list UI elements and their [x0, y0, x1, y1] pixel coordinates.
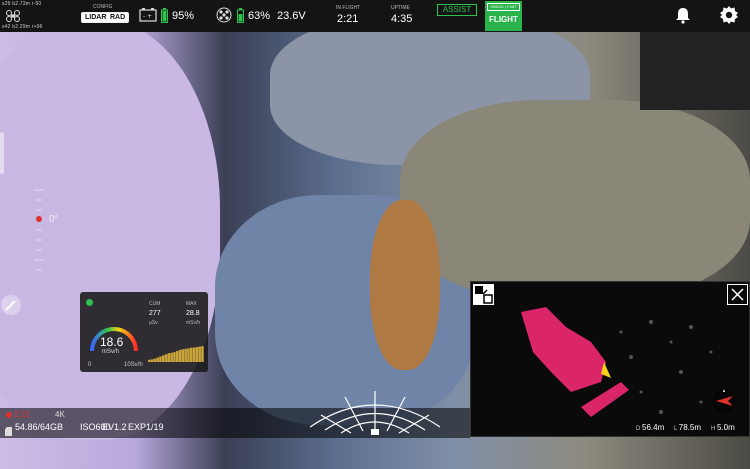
- lidar-height: H 5.0m: [711, 423, 735, 432]
- lidar-length: L 78.5m: [674, 423, 701, 432]
- rust-stain: [370, 200, 440, 370]
- obstacle-radar: [309, 391, 441, 435]
- battery-1-percent: 95%: [172, 10, 195, 22]
- battery-level-1-icon: [161, 8, 168, 28]
- dose-history-bar: [159, 356, 162, 362]
- in-flight-value: 2:21: [337, 13, 359, 25]
- ev-value: EV1.2: [102, 422, 127, 432]
- h-value: 5.0m: [717, 423, 735, 432]
- rotor-icon: [216, 7, 232, 28]
- dose-history-bar: [173, 352, 176, 362]
- config-header: CONFIG: [93, 4, 113, 10]
- l-value: 78.5m: [678, 423, 702, 432]
- dose-history-bar: [184, 348, 187, 362]
- max-value: 28.8: [186, 310, 200, 317]
- dose-history-bar: [201, 346, 204, 362]
- coord-line-1: s29 b2.73m r-50: [2, 1, 42, 7]
- radiation-dose-panel: 18.6 mSv/h 0 10Sv/h CUM 277 µSv MAX 28.8…: [80, 292, 208, 372]
- dose-history-chart: [148, 346, 204, 362]
- coord-line-2: s42 b2.29m r+96: [2, 24, 43, 30]
- dose-history-bar: [156, 357, 159, 362]
- north-compass-icon[interactable]: [711, 388, 737, 419]
- pipe-shadow: [640, 30, 750, 110]
- dose-history-bar: [195, 347, 199, 362]
- insulation-blob-right: [400, 100, 750, 300]
- dose-history-bar: [153, 358, 157, 362]
- dose-status-dot: [86, 299, 93, 306]
- dose-scale-min: 0: [88, 362, 92, 368]
- dose-history-bar: [167, 353, 171, 362]
- dose-rate-unit: mSv/h: [102, 349, 120, 355]
- svg-text:- +: - +: [143, 13, 152, 20]
- in-flight-header: IN FLIGHT: [336, 5, 361, 11]
- storage-usage: 54.86/64GB: [15, 422, 64, 432]
- dose-history-bar: [178, 349, 182, 362]
- max-header: MAX: [186, 301, 197, 307]
- point-cloud: [521, 307, 713, 417]
- gimbal-scale: [30, 185, 48, 280]
- record-dot: [6, 412, 12, 418]
- dose-history-bar: [192, 347, 196, 362]
- uptime-header: UPTIME: [391, 5, 410, 11]
- lidar-distance: D 56.4m: [636, 423, 664, 432]
- battery-2-voltage: 23.6V: [277, 10, 306, 22]
- dose-history-bar: [148, 359, 151, 362]
- rad-toggle[interactable]: RAD: [106, 12, 130, 23]
- gimbal-indicator-dot: [36, 216, 42, 222]
- exposure-value: EXP1/19: [128, 422, 164, 432]
- bell-icon[interactable]: [674, 6, 692, 29]
- dose-history-bar: [162, 355, 165, 362]
- cum-value: 277: [149, 310, 161, 317]
- d-value: 56.4m: [642, 423, 665, 432]
- battery-2-percent: 63%: [248, 10, 271, 22]
- dose-history-bar: [176, 351, 179, 362]
- gear-icon[interactable]: [719, 5, 739, 30]
- lidar-map-panel: D 56.4m L 78.5m H 5.0m: [470, 281, 750, 437]
- dose-scale-max: 10Sv/h: [124, 362, 143, 368]
- dose-history-bar: [150, 359, 154, 362]
- flight-label: FLIGHT: [489, 15, 518, 24]
- dose-history-bar: [190, 347, 193, 362]
- side-handle[interactable]: [0, 132, 4, 174]
- uptime-value: 4:35: [391, 13, 413, 25]
- battery-pack-icon: - +: [139, 8, 157, 27]
- record-time: 2:21: [14, 410, 30, 419]
- dose-history-bar: [164, 354, 168, 362]
- dose-history-bar: [187, 348, 190, 362]
- dose-rate-value: 18.6: [100, 335, 124, 349]
- dose-history-bar: [181, 349, 185, 362]
- gimbal-angle: 0°: [49, 214, 59, 225]
- video-resolution: 4K: [55, 410, 65, 419]
- edit-pencil-icon[interactable]: [0, 294, 22, 321]
- sd-card-icon: [5, 423, 12, 441]
- max-unit: mSv/h: [186, 320, 201, 326]
- cum-unit: µSv: [149, 320, 158, 326]
- assist-button[interactable]: ASSIST: [437, 4, 477, 16]
- cum-header: CUM: [149, 301, 161, 307]
- flight-id: 000241 | F067: [487, 3, 520, 11]
- flight-mode-button[interactable]: 000241 | F067 FLIGHT: [485, 1, 522, 31]
- top-status-bar: s29 b2.73m r-50 s42 b2.29m r+96 CONFIG L…: [0, 0, 750, 32]
- dose-history-bar: [170, 352, 173, 362]
- battery-level-2-icon: [237, 8, 244, 28]
- dose-history-bar: [198, 346, 201, 362]
